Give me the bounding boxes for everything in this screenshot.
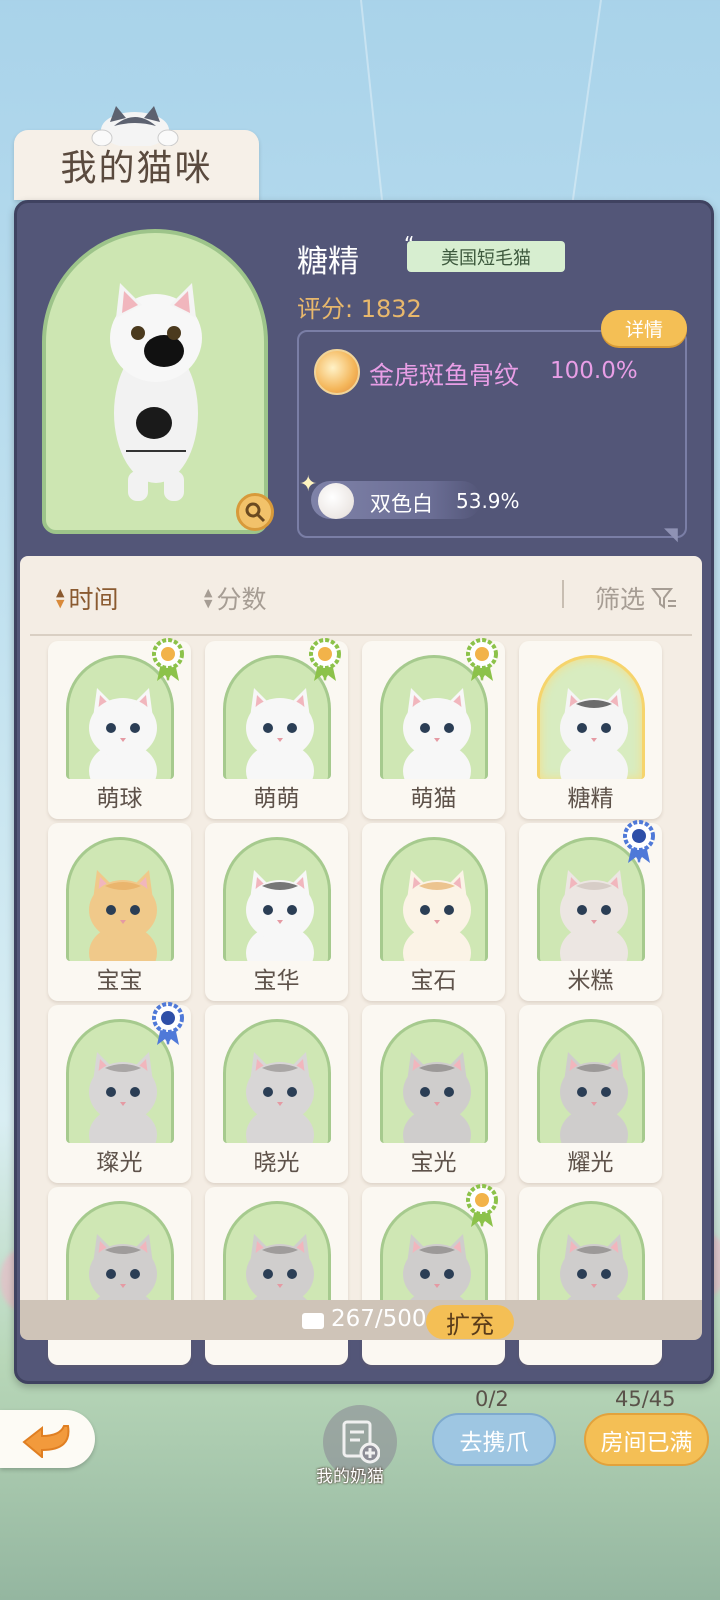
cat-card-name: 宝石 — [410, 968, 457, 994]
cat-avatar — [403, 688, 471, 779]
cat-card[interactable]: 耀光 — [519, 1005, 662, 1183]
cat-avatar-frame — [537, 655, 645, 779]
cat-card[interactable]: 萌球 — [48, 638, 191, 819]
box-icon — [302, 1313, 324, 1329]
divider — [562, 580, 564, 608]
cat-card-name: 宝宝 — [96, 968, 143, 994]
fish-icon: ◥ — [664, 524, 678, 545]
cat-avatar — [89, 870, 157, 961]
cat-avatar — [246, 1052, 314, 1143]
gene-label: 双色白 — [370, 492, 433, 516]
green-rosette-icon — [152, 638, 184, 681]
sparkle-icon: ✦ — [299, 472, 318, 497]
cat-card-name: 米糕 — [567, 968, 614, 994]
blue-rosette-icon — [623, 820, 655, 863]
gene-percent: 53.9% — [456, 489, 520, 513]
sort-arrows-icon: ▲ ▼ — [56, 586, 65, 610]
cat-score: 评分: 1832 — [297, 295, 422, 323]
cat-card-name: 糖精 — [567, 786, 614, 812]
expand-button[interactable]: 扩充 — [426, 1305, 514, 1339]
cat-card-name: 萌球 — [96, 786, 143, 812]
room-full-button[interactable]: 房间已满 — [584, 1413, 709, 1466]
filter-label: 筛选 — [595, 585, 646, 614]
sort-by-time-button[interactable]: ▲ ▼ 时间 — [56, 580, 118, 616]
sort-label: 时间 — [68, 585, 119, 614]
cat-avatar — [89, 688, 157, 779]
cat-card[interactable]: 宝光 — [362, 1005, 505, 1183]
cat-card-name: 萌猫 — [410, 786, 457, 812]
cat-card-name: 萌萌 — [253, 786, 300, 812]
green-rosette-icon — [466, 1184, 498, 1227]
cat-name: 糖精 — [297, 244, 359, 280]
cat-card[interactable]: 璨光 — [48, 1002, 191, 1183]
cat-card[interactable]: 宝石 — [362, 823, 505, 1001]
cat-avatar — [560, 688, 628, 779]
cat-card[interactable]: 萌萌 — [205, 638, 348, 819]
cat-avatar — [560, 870, 628, 961]
cat-avatar — [246, 688, 314, 779]
quote-icon: “ — [404, 232, 415, 256]
cat-avatar-frame — [380, 837, 488, 961]
cat-avatar-frame — [380, 1019, 488, 1143]
cat-card[interactable]: 宝华 — [205, 823, 348, 1001]
sort-arrows-icon: ▲ ▼ — [204, 586, 213, 610]
back-arrow-icon — [21, 1425, 69, 1458]
sort-by-score-button[interactable]: ▲ ▼ 分数 — [204, 580, 266, 616]
cat-card[interactable]: 米糕 — [519, 820, 662, 1001]
room-count: 45/45 — [615, 1387, 676, 1411]
cat-portrait[interactable] — [42, 229, 268, 534]
storage-count: 267/500 — [331, 1306, 427, 1332]
back-button[interactable] — [0, 1410, 95, 1468]
cat-avatar-frame — [537, 1019, 645, 1143]
cat-card-name: 宝光 — [410, 1150, 457, 1176]
bicolor-gene-icon — [318, 483, 354, 519]
cat-portrait-image — [110, 283, 202, 501]
gene-label: 金虎斑鱼骨纹 — [369, 361, 520, 390]
cat-avatar — [246, 870, 314, 961]
cat-avatar — [560, 1052, 628, 1143]
cat-card[interactable]: 萌猫 — [362, 638, 505, 819]
cat-avatar — [89, 1052, 157, 1143]
filter-icon — [651, 588, 677, 609]
sort-label: 分数 — [216, 585, 267, 614]
gene-percent: 100.0% — [550, 358, 638, 384]
breed-badge: 美国短毛猫 — [407, 241, 565, 272]
cat-card[interactable]: 宝宝 — [48, 823, 191, 1001]
green-rosette-icon — [309, 638, 341, 681]
cat-card-name: 宝华 — [253, 968, 300, 994]
cat-card-name: 璨光 — [96, 1150, 143, 1176]
cat-card-name: 晓光 — [253, 1150, 300, 1176]
milk-cat-label: 我的奶猫 — [316, 1467, 384, 1487]
peeking-cat-icon — [91, 106, 179, 146]
magnify-icon[interactable] — [236, 493, 274, 531]
cat-card[interactable]: 糖精 — [519, 641, 662, 819]
blue-rosette-icon — [152, 1002, 184, 1045]
cat-avatar-frame — [223, 837, 331, 961]
claw-count: 0/2 — [475, 1387, 509, 1411]
cat-card[interactable]: 晓光 — [205, 1005, 348, 1183]
cat-avatar-frame — [223, 1019, 331, 1143]
detail-button[interactable]: 详情 — [601, 310, 687, 346]
divider — [30, 634, 692, 636]
document-add-icon — [342, 1420, 380, 1464]
cat-avatar — [403, 1052, 471, 1143]
cat-card-name: 耀光 — [567, 1150, 614, 1176]
go-claw-button[interactable]: 去携爪 — [432, 1413, 556, 1466]
green-rosette-icon — [466, 638, 498, 681]
cat-avatar — [403, 870, 471, 961]
filter-button[interactable]: 筛选 — [595, 580, 677, 616]
cat-avatar-frame — [66, 837, 174, 961]
tabby-gene-icon — [314, 349, 360, 395]
